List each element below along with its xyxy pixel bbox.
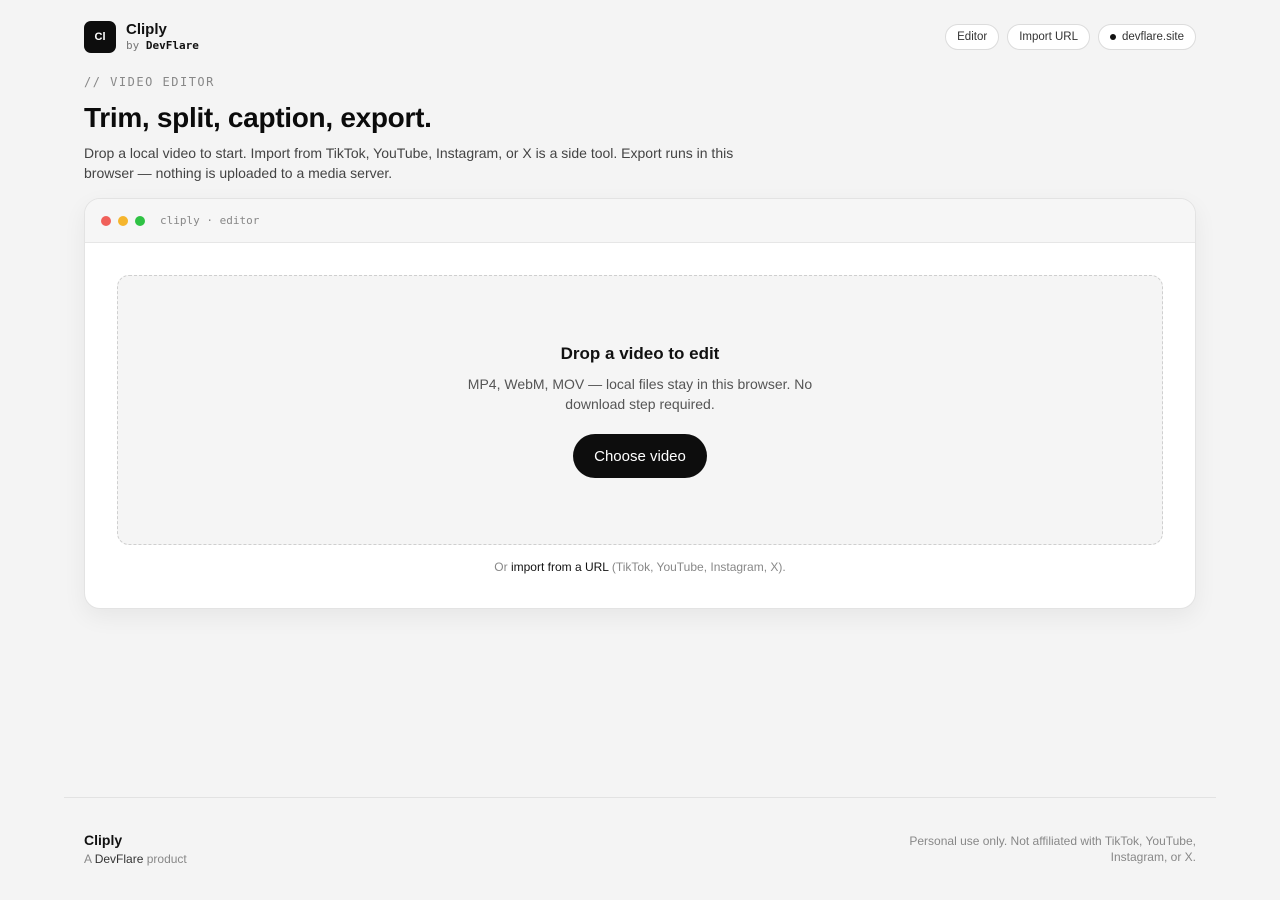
nav-editor-link[interactable]: Editor [945, 24, 1000, 50]
footer-by-prefix: A [84, 852, 92, 866]
nav-import-url-link[interactable]: Import URL [1007, 24, 1090, 50]
page-subtitle: Drop a local video to start. Import from… [84, 145, 734, 181]
import-url-hint: Or import from a URL (TikTok, YouTube, I… [85, 560, 1195, 574]
nav-import-url-label: Import URL [1019, 31, 1078, 43]
brand-logo: Cl [84, 21, 116, 53]
site-header: Cl Cliply by DevFlare Editor Import URL … [84, 21, 1196, 53]
import-url-link[interactable]: import from a URL [511, 560, 609, 574]
video-dropzone[interactable]: Drop a video to edit MP4, WebM, MOV — lo… [117, 275, 1163, 545]
dropzone-description: MP4, WebM, MOV — local files stay in thi… [467, 376, 813, 412]
page-title: Trim, split, caption, export. [84, 102, 432, 133]
brand-logo-text: Cl [94, 31, 106, 43]
close-dot-icon [101, 215, 111, 226]
maximize-dot-icon [135, 215, 145, 226]
brand-byline: by DevFlare [126, 40, 199, 52]
top-nav: Editor Import URL devflare.site [945, 24, 1196, 50]
status-dot-icon [1109, 34, 1116, 40]
brand-company: DevFlare [145, 39, 199, 53]
section-eyebrow: // VIDEO EDITOR [84, 75, 215, 89]
brand-by-prefix: by [126, 39, 140, 53]
nav-editor-label: Editor [957, 31, 988, 43]
import-prefix: Or [494, 560, 508, 574]
footer-by-suffix: product [146, 852, 187, 866]
dropzone-title: Drop a video to edit [560, 344, 720, 363]
choose-video-button[interactable]: Choose video [573, 434, 707, 478]
brand[interactable]: Cl Cliply by DevFlare [84, 21, 199, 53]
footer-brand: Cliply A DevFlare product [84, 832, 187, 866]
footer-company: DevFlare [94, 852, 144, 866]
footer-divider [64, 797, 1216, 798]
footer-disclaimer: Personal use only. Not affiliated with T… [909, 834, 1196, 864]
nav-site-link[interactable]: devflare.site [1097, 24, 1196, 50]
brand-name: Cliply [126, 20, 167, 38]
footer-byline: A DevFlare product [84, 852, 187, 866]
minimize-dot-icon [118, 215, 128, 226]
nav-site-label: devflare.site [1121, 31, 1184, 43]
editor-window-label: cliply · editor [160, 214, 260, 227]
footer-brand-name: Cliply [84, 832, 123, 848]
editor-window: cliply · editor Drop a video to edit MP4… [84, 198, 1196, 609]
import-suffix: (TikTok, YouTube, Instagram, X). [611, 560, 786, 574]
brand-text: Cliply by DevFlare [126, 20, 199, 53]
editor-titlebar: cliply · editor [85, 199, 1195, 243]
